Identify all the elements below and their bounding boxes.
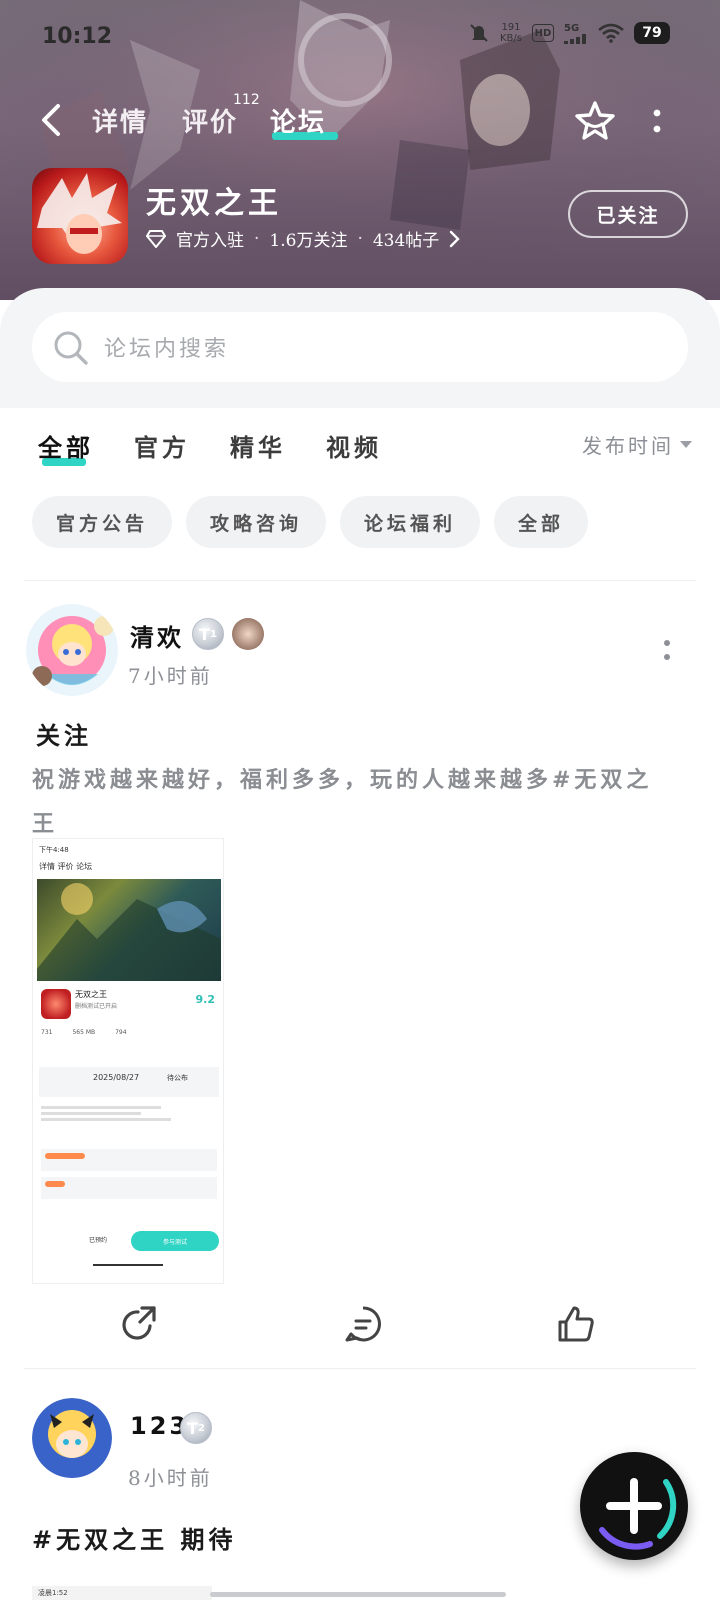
followers-count: 1.6万关注 [269,231,348,251]
top-nav: 详情 评价 112 论坛 [0,90,720,150]
filter-tab-official[interactable]: 官方 [134,428,190,463]
shot-date: 2025/08/27 [93,1073,140,1082]
author-avatar[interactable] [26,604,118,696]
shot-test-card [39,1067,219,1097]
follow-button[interactable]: 已关注 [568,190,688,238]
like-thumb-icon[interactable] [556,1304,596,1344]
meta-separator: · [357,228,363,249]
game-meta[interactable]: 官方入驻 · 1.6万关注 · 434帖子 [146,226,461,251]
net-speed-unit: KB/s [500,33,522,44]
tab-forum[interactable]: 论坛 [270,102,326,139]
back-arrow-icon[interactable] [34,100,70,140]
post-title[interactable]: 关注 [36,716,92,751]
shot-text-lines [41,1103,171,1124]
shot-banner [37,879,221,981]
chip-announcement[interactable]: 官方公告 [32,496,173,548]
chevron-right-icon [450,230,461,247]
posts-count: 434帖子 [372,231,440,251]
search-icon [54,331,88,365]
shot-event-row [41,1149,217,1171]
author-avatar[interactable] [32,1398,112,1478]
post-body[interactable]: 祝游戏越来越好，福利多多，玩的人越来越多#无双之王 [32,758,672,846]
search-sheet: 论坛内搜索 [0,288,720,408]
shot-game-icon [41,989,71,1019]
shot-game-name: 无双之王 [75,990,107,999]
shot-pending: 待公布 [167,1074,188,1082]
tab-review[interactable]: 评价 [182,102,238,139]
shot-event-row [41,1177,217,1199]
shot-stat: 565 MB [72,1029,96,1036]
share-icon[interactable] [120,1304,160,1344]
filter-tab-video[interactable]: 视频 [326,428,382,463]
post-author-name[interactable]: 清欢 [130,618,184,653]
caret-down-icon [680,440,692,448]
filter-tab-all[interactable]: 全部 [38,428,94,463]
hd-icon: HD [532,24,554,42]
filter-tabs: 全部 官方 精华 视频 发布时间 [0,428,720,484]
shot-nav: 详情 评价 论坛 [39,862,93,871]
wifi-icon [598,23,624,43]
forum-page: 10:12 191 KB/s HD 5G 79 详情 评价 112 论坛 无双之… [0,0,720,1600]
search-input[interactable]: 论坛内搜索 [32,312,688,382]
hero-header: 10:12 191 KB/s HD 5G 79 详情 评价 112 论坛 无双之… [0,0,720,300]
game-app-icon [32,168,128,264]
search-placeholder: 论坛内搜索 [104,337,230,362]
diamond-icon [146,229,166,248]
shot-join-button: 参与测试 [131,1231,219,1251]
divider [24,1368,696,1369]
status-time: 10:12 [42,24,113,49]
home-indicator [210,1592,506,1597]
shot-stat: 794 [115,1029,127,1036]
game-title: 无双之王 [146,186,282,221]
tab-detail[interactable]: 详情 [92,102,148,139]
category-chips: 官方公告 攻略咨询 论坛福利 全部 [32,496,589,548]
post-title[interactable]: #无双之王 期待 [32,1520,236,1555]
shot-score: 9.2 [195,993,216,1006]
sort-label: 发布时间 [582,434,674,458]
status-icons: 191 KB/s HD 5G 79 [468,22,670,44]
mute-icon [470,24,488,42]
shot-time: 下午4:48 [39,846,69,854]
post-image-preview[interactable]: 凌晨1:52 [32,1586,212,1600]
chip-guide[interactable]: 攻略咨询 [186,496,327,548]
medal-avatar-icon [232,618,264,650]
sort-dropdown[interactable]: 发布时间 [582,430,692,459]
battery-indicator: 79 [634,22,670,44]
post-time: 8小时前 [128,1466,213,1490]
create-post-button[interactable] [580,1452,688,1560]
filter-tab-essence[interactable]: 精华 [230,428,286,463]
meta-separator: · [254,228,260,249]
official-label: 官方入驻 [176,231,244,251]
review-count-badge: 112 [233,92,260,108]
post-time: 7小时前 [128,664,213,688]
net-speed: 191 KB/s [500,22,522,44]
chip-all[interactable]: 全部 [494,496,589,548]
plus-icon [599,1478,677,1550]
status-bar: 10:12 191 KB/s HD 5G 79 [0,18,720,58]
shot-stats: 731 565 MB 794 [41,1029,127,1036]
next-shot-time: 凌晨1:52 [38,1589,68,1597]
shot-home-indicator [93,1264,163,1266]
post-more-icon[interactable] [662,638,672,662]
shot-stat: 731 [41,1029,53,1036]
shot-game-sub: 删档测试已开启 [75,1003,118,1010]
signal-icon: 5G [564,23,588,44]
net-speed-value: 191 [501,22,521,33]
post-image[interactable]: 下午4:48 详情 评价 论坛 无双之王 删档测试已开启 9.2 731 565… [32,838,224,1284]
level-number: 1 [209,628,217,640]
level-badge: T1 [192,618,224,650]
comment-icon[interactable] [343,1304,383,1344]
game-header: 无双之王 官方入驻 · 1.6万关注 · 434帖子 已关注 [0,164,720,264]
level-badge: T2 [180,1412,212,1444]
divider [24,580,696,581]
favorite-star-icon[interactable] [572,98,618,144]
more-options-icon[interactable] [650,104,664,138]
level-number: 2 [197,1422,205,1434]
chip-welfare[interactable]: 论坛福利 [340,496,481,548]
signal-label: 5G [564,22,580,34]
shot-booked: 已预约 [89,1237,108,1244]
post-actions [0,1296,720,1352]
